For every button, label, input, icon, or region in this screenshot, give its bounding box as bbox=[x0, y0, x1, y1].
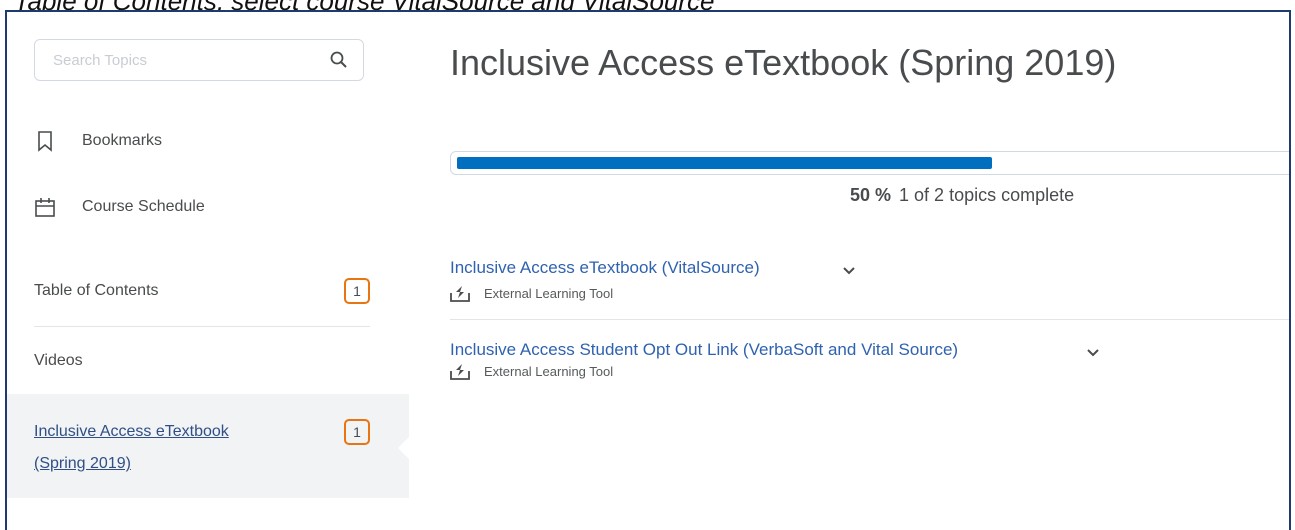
sidebar-item-table-of-contents[interactable]: Table of Contents 1 bbox=[34, 278, 370, 308]
topic-divider bbox=[450, 319, 1289, 320]
sidebar-item-active-module[interactable]: Inclusive Access eTextbook (Spring 2019)… bbox=[7, 394, 410, 498]
progress-fill bbox=[457, 157, 992, 169]
main-content: Inclusive Access eTextbook (Spring 2019)… bbox=[410, 12, 1289, 522]
selection-pointer bbox=[398, 436, 410, 460]
sidebar: Search Topics Bookmarks Course Schedule … bbox=[7, 12, 410, 522]
content-frame: Search Topics Bookmarks Course Schedule … bbox=[5, 10, 1291, 530]
sidebar-item-label: Bookmarks bbox=[82, 132, 163, 149]
external-tool-icon bbox=[450, 364, 470, 380]
page-title: Inclusive Access eTextbook (Spring 2019) bbox=[450, 42, 1117, 83]
topic-type: External Learning Tool bbox=[484, 285, 614, 301]
search-icon[interactable] bbox=[329, 50, 349, 70]
topic-item: Inclusive Access eTextbook (VitalSource)… bbox=[450, 256, 1289, 302]
sidebar-item-label: Course Schedule bbox=[82, 198, 205, 215]
progress-summary: 50 % 1 of 2 topics complete bbox=[850, 185, 1074, 206]
chevron-down-icon[interactable] bbox=[1086, 346, 1100, 360]
calendar-icon bbox=[35, 198, 55, 217]
bookmark-icon bbox=[38, 131, 52, 152]
progress-label: 1 of 2 topics complete bbox=[899, 185, 1075, 205]
sidebar-item-bookmarks[interactable]: Bookmarks bbox=[34, 130, 162, 152]
progress-percent: 50 % bbox=[850, 185, 892, 205]
sidebar-item-label: Table of Contents bbox=[34, 282, 159, 299]
topic-link[interactable]: Inclusive Access Student Opt Out Link (V… bbox=[450, 338, 1050, 362]
search-placeholder: Search Topics bbox=[53, 52, 147, 69]
chevron-down-icon[interactable] bbox=[842, 264, 856, 278]
active-module-link[interactable]: Inclusive Access eTextbook (Spring 2019) bbox=[34, 416, 264, 480]
topic-item: Inclusive Access Student Opt Out Link (V… bbox=[450, 338, 1289, 380]
progress-bar bbox=[450, 151, 1289, 175]
search-input[interactable]: Search Topics bbox=[34, 39, 364, 81]
sidebar-item-label: Videos bbox=[34, 352, 83, 369]
topic-meta: External Learning Tool bbox=[450, 284, 1289, 302]
sidebar-item-course-schedule[interactable]: Course Schedule bbox=[34, 196, 205, 218]
topic-type: External Learning Tool bbox=[484, 363, 614, 379]
unread-badge: 1 bbox=[344, 278, 370, 304]
topic-meta: External Learning Tool bbox=[450, 362, 1289, 380]
sidebar-divider bbox=[34, 326, 370, 327]
external-tool-icon bbox=[450, 286, 470, 302]
topic-link[interactable]: Inclusive Access eTextbook (VitalSource) bbox=[450, 258, 760, 277]
sidebar-item-videos[interactable]: Videos bbox=[34, 352, 370, 376]
unread-badge: 1 bbox=[344, 419, 370, 445]
